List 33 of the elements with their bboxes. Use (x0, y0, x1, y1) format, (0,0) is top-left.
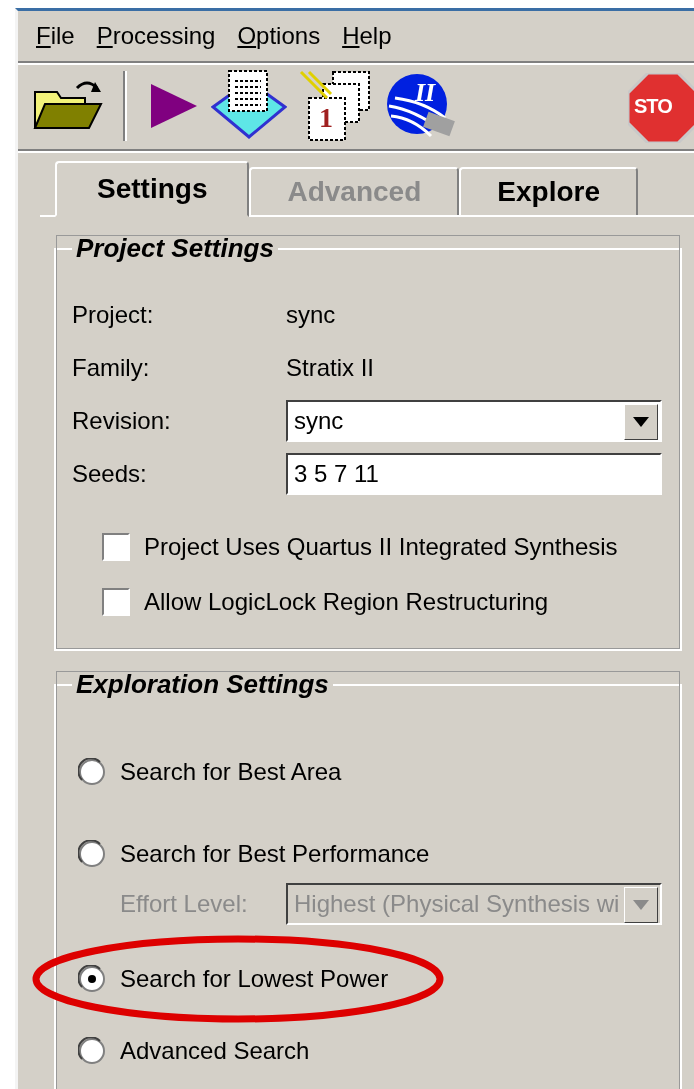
group-title: Project Settings (75, 233, 275, 264)
revision-dropdown[interactable]: sync (286, 400, 662, 442)
menu-item[interactable]: Processing (94, 22, 236, 50)
menu-item[interactable]: Help (340, 22, 412, 50)
checkbox-label: Allow LogicLock Region Restructuring (144, 588, 549, 616)
checkbox[interactable] (102, 533, 130, 561)
checkbox[interactable] (102, 588, 130, 616)
stop-button[interactable]: STO (628, 73, 694, 143)
radio-label: Search for Lowest Power (120, 965, 389, 993)
radio-button[interactable] (78, 1037, 106, 1065)
radio-button[interactable] (78, 758, 106, 786)
group-title: Exploration Settings (75, 669, 330, 700)
field-label: Family: (72, 353, 151, 383)
radio-label: Search for Best Area (120, 758, 342, 786)
dropdown-arrow-icon (633, 417, 649, 427)
field-label: Seeds: (72, 459, 148, 489)
menu-item[interactable]: Options (235, 22, 341, 50)
radio-button[interactable] (78, 965, 106, 993)
radio-label: Search for Best Performance (120, 840, 430, 868)
dropdown-arrow-icon (633, 900, 649, 910)
field-value: Stratix II (286, 353, 376, 383)
tab[interactable]: Explore (459, 167, 638, 215)
menu-item[interactable]: File (34, 22, 95, 50)
field-label: Project: (72, 300, 155, 330)
checkbox-label: Project Uses Quartus II Integrated Synthesis (144, 533, 618, 561)
field-value: sync (286, 300, 337, 330)
seeds-field[interactable]: 3 5 7 11 (286, 453, 662, 495)
radio-label: Advanced Search (120, 1037, 310, 1065)
tab[interactable]: Settings (55, 161, 250, 217)
radio-button[interactable] (78, 840, 106, 868)
field-label: Effort Level: (120, 890, 249, 918)
field-label: Revision: (72, 406, 172, 436)
documents-button[interactable]: 1 (299, 70, 373, 142)
